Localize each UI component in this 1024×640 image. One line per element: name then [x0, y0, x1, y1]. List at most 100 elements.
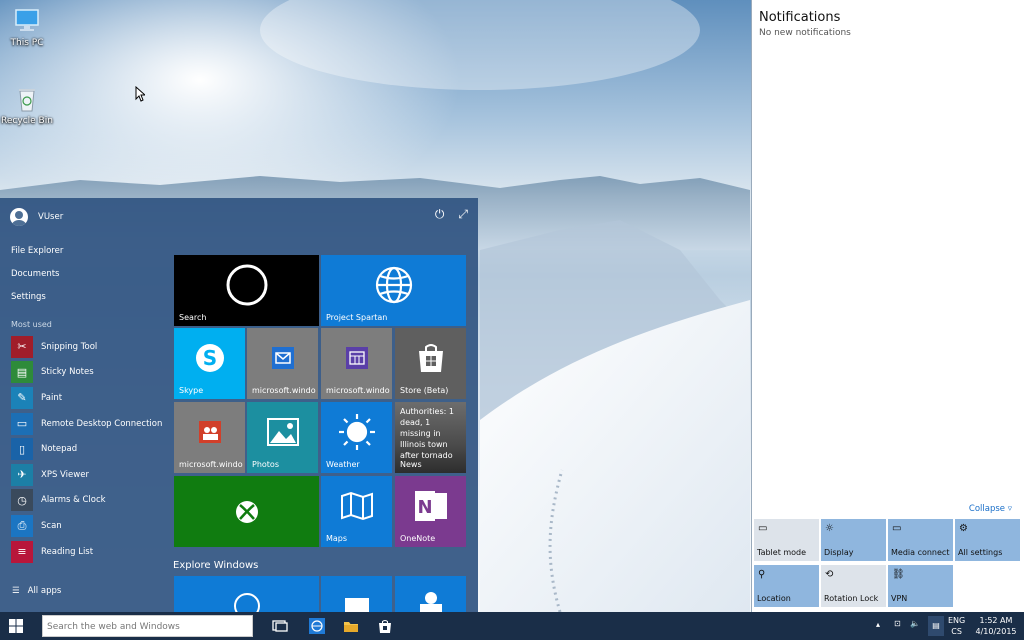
tile-people[interactable]: microsoft.windo	[174, 402, 245, 473]
folder-icon	[344, 622, 358, 632]
quick-action-rotation-lock[interactable]: ⟲ Rotation Lock	[821, 565, 886, 607]
app-alarms-clock[interactable]: ◷ Alarms & Clock	[11, 488, 171, 514]
quick-action-label: Media connect	[891, 548, 950, 557]
task-view-button[interactable]	[265, 616, 295, 636]
cortana-ring-icon	[174, 255, 319, 314]
alarm-clock-icon: ◷	[11, 489, 33, 512]
desktop-icon-this-pc[interactable]: This PC	[0, 6, 54, 48]
most-used-list: ✂ Snipping Tool ▤ Sticky Notes ✎ Paint ▭…	[11, 334, 171, 564]
action-center-icon[interactable]: ▤	[928, 616, 944, 636]
app-reading-list[interactable]: ≡ Reading List	[11, 539, 171, 565]
start-menu: VUser ⏻ ⤢ File Explorer Documents Settin…	[0, 198, 478, 612]
app-label: Paint	[41, 392, 63, 403]
windows-start-icon[interactable]	[8, 618, 24, 634]
tile-label: Store (Beta)	[400, 386, 449, 395]
help-icon	[174, 592, 319, 612]
tile-skype[interactable]: S Skype	[174, 328, 245, 399]
quick-action-vpn[interactable]: ⛓ VPN	[888, 565, 953, 607]
desktop-icon-label: This PC	[10, 38, 44, 48]
scan-icon: ⎙	[11, 514, 33, 537]
app-notepad[interactable]: ▯ Notepad	[11, 436, 171, 462]
tile-label: Skype	[179, 386, 204, 395]
app-remote-desktop[interactable]: ▭ Remote Desktop Connection	[11, 411, 171, 437]
taskbar-clock[interactable]: 1:52 AM 4/10/2015	[972, 615, 1020, 637]
show-hidden-icons[interactable]: ▴	[876, 620, 880, 629]
place-settings[interactable]: Settings	[11, 292, 46, 302]
quick-action-tablet-mode[interactable]: ▭ Tablet mode	[754, 519, 819, 561]
tile-onenote[interactable]: N OneNote	[395, 476, 466, 547]
tile-xbox[interactable]	[174, 476, 319, 547]
app-label: Sticky Notes	[41, 367, 94, 378]
chevron-down-icon: ▿	[1007, 504, 1012, 514]
tile-photos[interactable]: Photos	[247, 402, 318, 473]
notepad-icon: ▯	[11, 438, 33, 461]
tile-project-spartan[interactable]: Project Spartan	[321, 255, 466, 326]
globe-icon	[321, 255, 466, 314]
store-bag-icon	[395, 328, 466, 387]
xbox-icon	[174, 476, 319, 547]
tile-label: Project Spartan	[326, 313, 388, 322]
collapse-button[interactable]: Collapse ▿	[969, 504, 1012, 514]
expand-icon[interactable]: ⤢	[458, 207, 468, 222]
people-bubble-icon	[395, 590, 466, 612]
tile-mail[interactable]: microsoft.windo	[247, 328, 318, 399]
taskbar-store-button[interactable]	[370, 616, 400, 636]
app-label: Notepad	[41, 444, 78, 455]
quick-action-label: Location	[757, 594, 791, 603]
power-icon[interactable]: ⏻	[435, 207, 445, 222]
keyboard-layout: CS	[951, 627, 962, 636]
quick-action-media-connect[interactable]: ▭ Media connect	[888, 519, 953, 561]
app-paint[interactable]: ✎ Paint	[11, 385, 171, 411]
volume-icon[interactable]: 🔈	[910, 619, 920, 628]
app-snipping-tool[interactable]: ✂ Snipping Tool	[11, 334, 171, 360]
sticky-notes-icon: ▤	[11, 361, 33, 384]
notifications-status: No new notifications	[759, 28, 851, 38]
tile-search[interactable]: Search	[174, 255, 319, 326]
desktop-icon-recycle-bin[interactable]: Recycle Bin	[0, 84, 54, 126]
user-avatar-icon	[10, 208, 28, 226]
tile-maps[interactable]: Maps	[321, 476, 392, 547]
tile-weather[interactable]: Weather	[321, 402, 392, 473]
app-sticky-notes[interactable]: ▤ Sticky Notes	[11, 360, 171, 386]
tile-label: News	[400, 460, 422, 469]
tile-insider-hub[interactable]	[395, 576, 466, 612]
taskbar-search-box[interactable]: Search the web and Windows	[42, 615, 253, 637]
browser-globe-icon	[309, 618, 325, 634]
user-account[interactable]: VUser	[10, 208, 63, 226]
app-label: XPS Viewer	[41, 469, 89, 480]
place-documents[interactable]: Documents	[11, 269, 59, 279]
tile-news[interactable]: Authorities: 1 dead, 1 missing in Illino…	[395, 402, 466, 473]
network-icon[interactable]: ⊡	[894, 619, 901, 628]
mouse-cursor-icon	[135, 86, 145, 102]
vpn-icon: ⛓	[892, 569, 905, 580]
task-view-icon	[272, 620, 288, 632]
tile-get-started[interactable]	[174, 576, 319, 612]
svg-text:S: S	[202, 346, 216, 370]
tile-windows-feedback[interactable]	[321, 576, 392, 612]
calendar-icon	[321, 328, 392, 387]
desktop-icon-label: Recycle Bin	[1, 116, 53, 126]
taskbar: Search the web and Windows ▴ ⊡ 🔈 ▤ ENG C…	[0, 612, 1024, 640]
tile-label: Search	[179, 313, 207, 322]
all-apps-button[interactable]: ☰ All apps	[12, 586, 61, 596]
app-scan[interactable]: ⎙ Scan	[11, 513, 171, 539]
quick-action-location[interactable]: ⚲ Location	[754, 565, 819, 607]
place-file-explorer[interactable]: File Explorer	[11, 246, 63, 256]
quick-action-display[interactable]: ☼ Display	[821, 519, 886, 561]
tile-calendar[interactable]: microsoft.windo	[321, 328, 392, 399]
quick-action-label: VPN	[891, 594, 908, 603]
explore-windows-heading: Explore Windows	[173, 560, 259, 571]
quick-action-label: All settings	[958, 548, 1003, 557]
settings-gear-icon: ⚙	[959, 523, 968, 534]
action-center: Notifications No new notifications Colla…	[751, 0, 1024, 612]
clock-date: 4/10/2015	[975, 627, 1017, 636]
input-language[interactable]: ENG CS	[948, 615, 965, 637]
tile-store[interactable]: Store (Beta)	[395, 328, 466, 399]
taskbar-browser-button[interactable]	[302, 616, 332, 636]
app-xps-viewer[interactable]: ✈ XPS Viewer	[11, 462, 171, 488]
map-icon	[321, 476, 392, 535]
quick-action-all-settings[interactable]: ⚙ All settings	[955, 519, 1020, 561]
most-used-heading: Most used	[11, 320, 52, 329]
taskbar-file-explorer-button[interactable]	[336, 616, 366, 636]
quick-action-label: Rotation Lock	[824, 594, 879, 603]
